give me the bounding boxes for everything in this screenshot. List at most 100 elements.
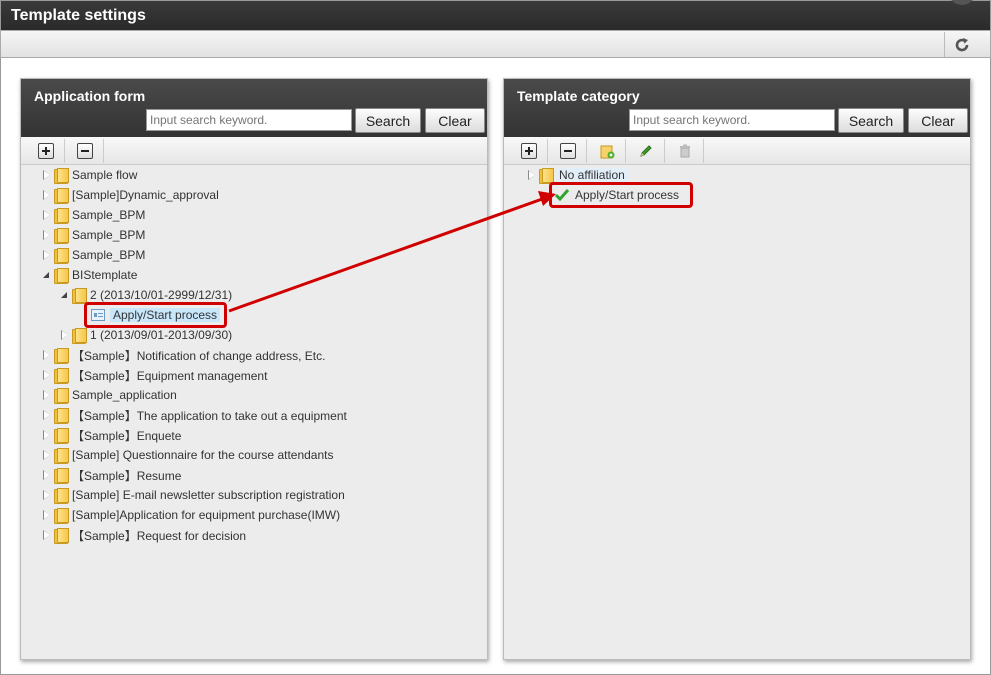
expand-arrow-icon[interactable] bbox=[43, 250, 51, 260]
collapse-all-button[interactable] bbox=[549, 139, 587, 163]
highlight-box bbox=[549, 182, 693, 208]
folder-icon bbox=[72, 288, 87, 304]
clear-button[interactable]: Clear bbox=[425, 108, 485, 133]
application-tree: Sample flow [Sample]Dynamic_approval Sam… bbox=[21, 165, 487, 660]
expand-arrow-icon[interactable] bbox=[43, 510, 51, 520]
expand-arrow-icon[interactable] bbox=[43, 170, 51, 180]
tree-node[interactable]: 【Sample】Request for decision bbox=[43, 526, 246, 544]
main-toolbar bbox=[0, 30, 991, 58]
tree-node[interactable]: 1 (2013/09/01-2013/09/30) bbox=[61, 326, 232, 344]
clear-button[interactable]: Clear bbox=[908, 108, 968, 133]
tree-node-label: Sample_BPM bbox=[72, 248, 146, 262]
tree-node[interactable]: Sample flow bbox=[43, 166, 137, 184]
tree-node[interactable]: 【Sample】Enquete bbox=[43, 426, 181, 444]
expand-arrow-icon[interactable] bbox=[43, 210, 51, 220]
application-form-panel: Application form Search Clear Sample flo… bbox=[20, 78, 488, 660]
folder-icon bbox=[54, 488, 69, 504]
search-button[interactable]: Search bbox=[838, 108, 904, 133]
collapse-arrow-icon[interactable] bbox=[43, 271, 51, 279]
expand-arrow-icon[interactable] bbox=[43, 390, 51, 400]
tree-node[interactable]: [Sample]Application for equipment purcha… bbox=[43, 506, 340, 524]
category-tree: No affiliation Apply/Start process bbox=[504, 165, 970, 660]
folder-icon bbox=[539, 168, 554, 184]
folder-icon bbox=[54, 468, 69, 484]
folder-icon bbox=[54, 228, 69, 244]
expand-arrow-icon[interactable] bbox=[528, 170, 536, 180]
search-input[interactable] bbox=[146, 109, 352, 131]
expand-all-button[interactable] bbox=[510, 139, 548, 163]
expand-arrow-icon[interactable] bbox=[43, 490, 51, 500]
folder-icon bbox=[54, 408, 69, 424]
expand-arrow-icon[interactable] bbox=[43, 430, 51, 440]
minus-icon bbox=[559, 143, 576, 159]
add-category-button[interactable] bbox=[588, 139, 626, 163]
folder-icon bbox=[54, 368, 69, 384]
collapse-all-button[interactable] bbox=[66, 139, 104, 163]
expand-arrow-icon[interactable] bbox=[43, 350, 51, 360]
expand-arrow-icon[interactable] bbox=[43, 190, 51, 200]
folder-icon bbox=[54, 388, 69, 404]
expand-arrow-icon[interactable] bbox=[43, 450, 51, 460]
tree-node-label: No affiliation bbox=[557, 168, 627, 182]
folder-icon bbox=[54, 168, 69, 184]
template-category-panel: Template category Search Clear bbox=[503, 78, 971, 660]
folder-icon bbox=[54, 428, 69, 444]
tree-node[interactable]: 【Sample】Resume bbox=[43, 466, 181, 484]
window-control[interactable] bbox=[948, 0, 976, 5]
edit-category-button[interactable] bbox=[627, 139, 665, 163]
delete-category-button[interactable] bbox=[666, 139, 704, 163]
tree-node-label: [Sample] E-mail newsletter subscription … bbox=[72, 488, 345, 502]
tree-node-label: Sample_application bbox=[72, 388, 177, 402]
expand-arrow-icon[interactable] bbox=[43, 530, 51, 540]
tree-node[interactable]: [Sample] Questionnaire for the course at… bbox=[43, 446, 334, 464]
tree-node[interactable]: Sample_BPM bbox=[43, 226, 145, 244]
tree-node-label: Sample flow bbox=[72, 168, 138, 182]
search-input[interactable] bbox=[629, 109, 835, 131]
plus-icon bbox=[37, 143, 54, 159]
tree-node[interactable]: Sample_BPM bbox=[43, 206, 145, 224]
tree-node-label: 【Sample】Equipment management bbox=[72, 368, 268, 383]
tree-node-label: 【Sample】Notification of change address, … bbox=[72, 348, 326, 363]
folder-icon bbox=[54, 508, 69, 524]
tree-node-label: [Sample] Questionnaire for the course at… bbox=[72, 448, 334, 462]
collapse-arrow-icon[interactable] bbox=[61, 291, 69, 299]
expand-arrow-icon[interactable] bbox=[43, 230, 51, 240]
tree-node[interactable]: 【Sample】The application to take out a eq… bbox=[43, 406, 347, 424]
search-button[interactable]: Search bbox=[355, 108, 421, 133]
refresh-button[interactable] bbox=[944, 32, 978, 57]
window-titlebar: Template settings bbox=[0, 0, 991, 30]
tree-node[interactable]: 【Sample】Notification of change address, … bbox=[43, 346, 325, 364]
highlight-box bbox=[84, 302, 227, 328]
tree-node[interactable]: BIStemplate bbox=[43, 266, 137, 284]
tree-toolbar bbox=[21, 137, 487, 165]
tree-node[interactable]: 【Sample】Equipment management bbox=[43, 366, 267, 384]
panel-header: Application form Search Clear bbox=[21, 79, 487, 137]
tree-node-label: 【Sample】Enquete bbox=[72, 428, 182, 443]
panel-title: Template category bbox=[517, 88, 640, 104]
tree-node[interactable]: [Sample] E-mail newsletter subscription … bbox=[43, 486, 345, 504]
expand-arrow-icon[interactable] bbox=[43, 470, 51, 480]
plus-icon bbox=[520, 143, 537, 159]
panel-title: Application form bbox=[34, 88, 146, 104]
tree-toolbar bbox=[504, 137, 970, 165]
tree-node-label: 2 (2013/10/01-2999/12/31) bbox=[90, 288, 233, 302]
expand-all-button[interactable] bbox=[27, 139, 65, 163]
tree-node-label: [Sample]Dynamic_approval bbox=[72, 188, 219, 202]
tree-node[interactable]: Sample_application bbox=[43, 386, 177, 404]
expand-arrow-icon[interactable] bbox=[61, 330, 69, 340]
folder-icon bbox=[54, 528, 69, 544]
folder-icon bbox=[54, 248, 69, 264]
tree-node-label: [Sample]Application for equipment purcha… bbox=[72, 508, 341, 522]
pencil-icon bbox=[639, 145, 652, 157]
refresh-icon bbox=[955, 37, 968, 51]
window-title: Template settings bbox=[11, 7, 146, 24]
tree-node[interactable]: [Sample]Dynamic_approval bbox=[43, 186, 219, 204]
tree-node[interactable]: Sample_BPM bbox=[43, 246, 145, 264]
tree-node-label: 【Sample】Resume bbox=[72, 468, 182, 483]
tree-node-label: 1 (2013/09/01-2013/09/30) bbox=[90, 328, 233, 342]
expand-arrow-icon[interactable] bbox=[43, 370, 51, 380]
tree-node-label: Sample_BPM bbox=[72, 228, 146, 242]
tree-node-label: Sample_BPM bbox=[72, 208, 146, 222]
folder-icon bbox=[72, 328, 87, 344]
expand-arrow-icon[interactable] bbox=[43, 410, 51, 420]
